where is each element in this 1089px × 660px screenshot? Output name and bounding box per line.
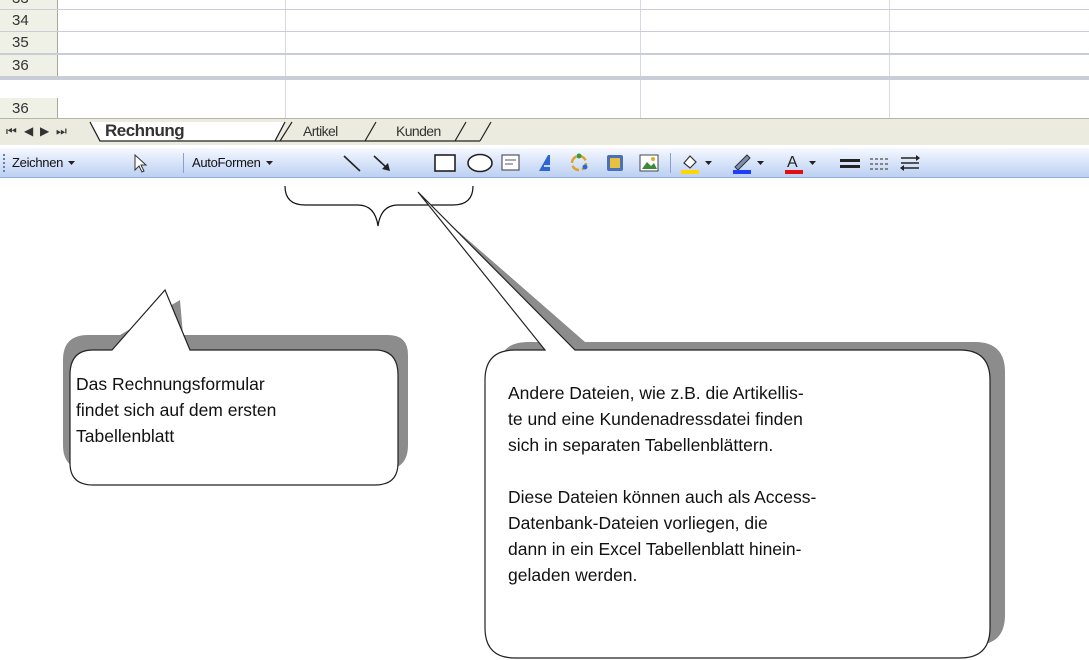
callout-left-text: Das Rechnungsformular findet sich auf de… [76, 371, 276, 449]
callout-left-line: Tabellenblatt [76, 426, 175, 446]
callout-right-line: dann in ein Excel Tabellenblatt hinein- [508, 539, 802, 559]
callout-right-line: Datenbank-Dateien vorliegen, die [508, 513, 768, 533]
callout-left-line: Das Rechnungsformular [76, 374, 265, 394]
callout-right-line: geladen werden. [508, 565, 638, 585]
callout-right-text: Andere Dateien, wie z.B. die Artikellis-… [508, 380, 816, 588]
callout-right-line: Andere Dateien, wie z.B. die Artikellis- [508, 383, 804, 403]
callout-right-line: sich in separaten Tabellenblättern. [508, 435, 774, 455]
callout-left-line: findet sich auf dem ersten [76, 400, 277, 420]
callout-right-line: te und eine Kundenadressdatei finden [508, 409, 803, 429]
callout-right-line: Diese Dateien können auch als Access- [508, 487, 817, 507]
